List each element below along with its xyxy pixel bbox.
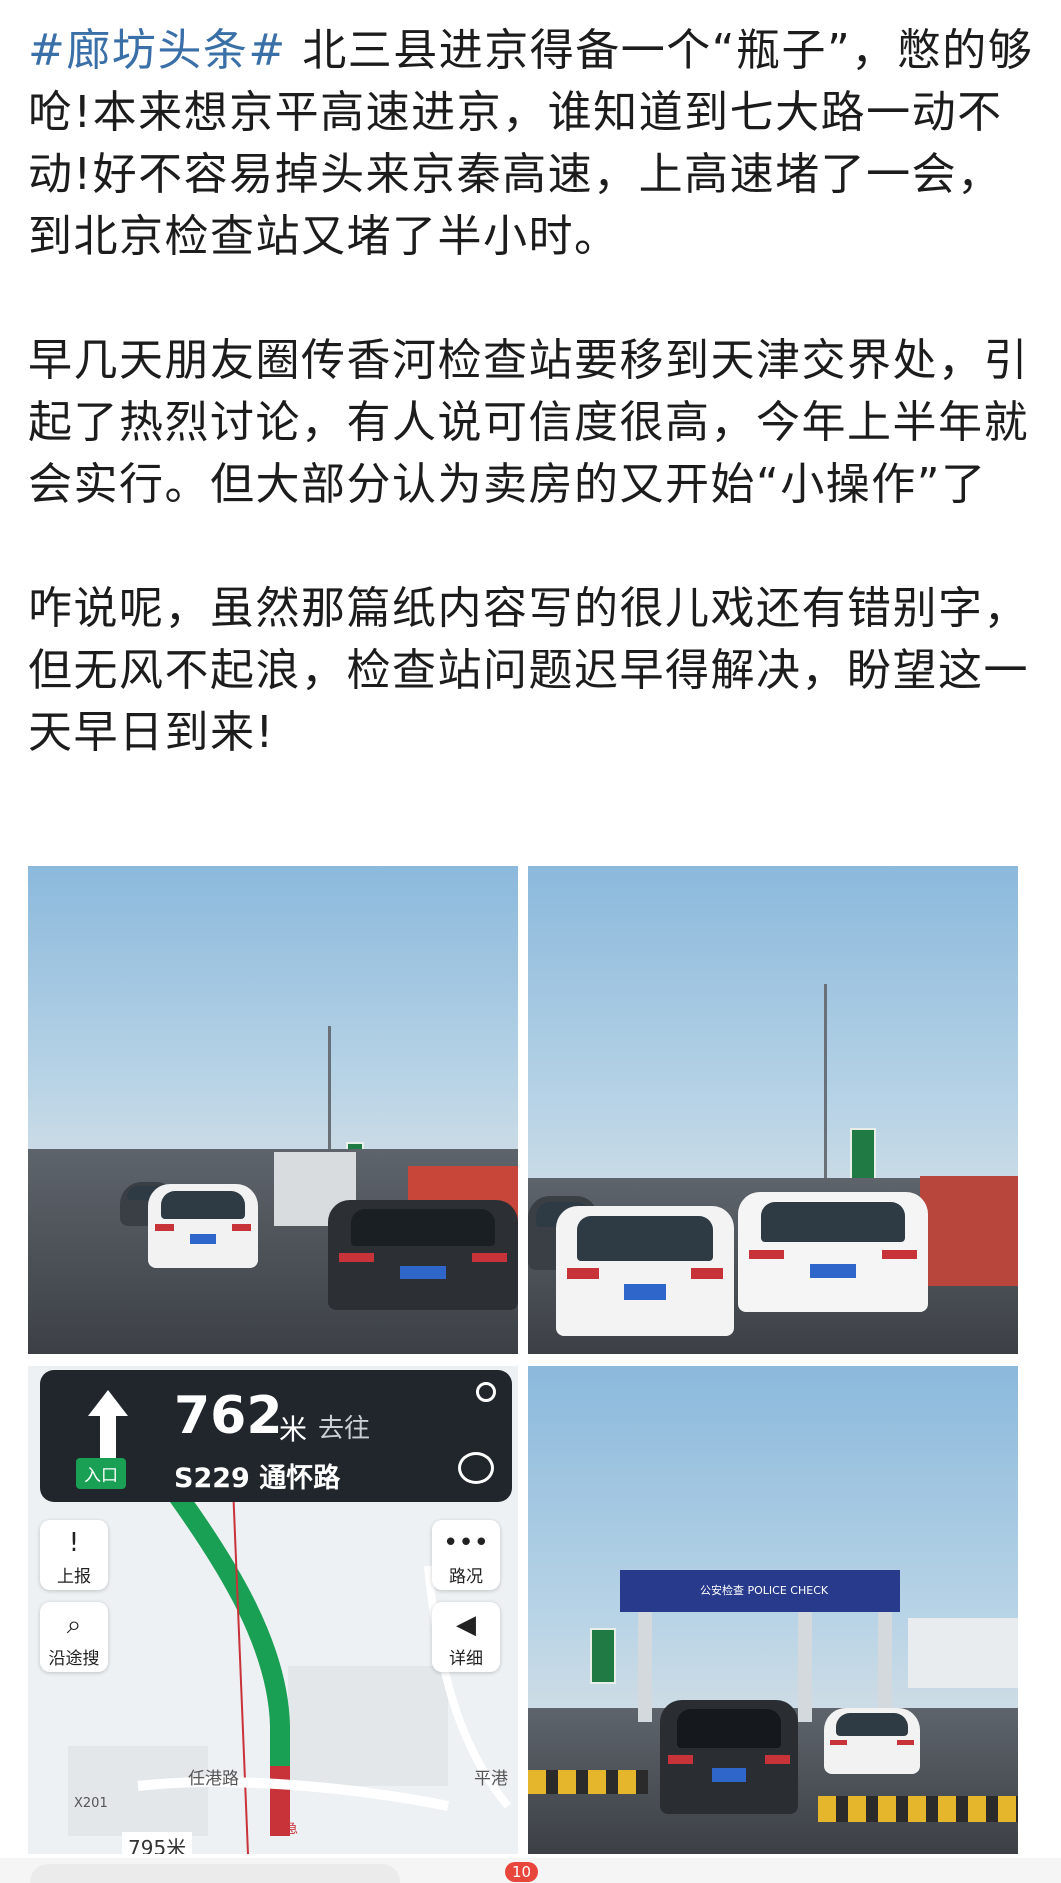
road-sign	[590, 1628, 616, 1684]
entry-badge: 入口	[76, 1458, 126, 1489]
photo-navigation[interactable]: 任港路 平港 X201 795米 应急 入口 762 米 去往 S229 通怀路…	[28, 1366, 518, 1854]
lamp-pole	[824, 984, 827, 1194]
traffic-barrier	[818, 1796, 1018, 1822]
report-button[interactable]: ! 上报	[40, 1520, 108, 1590]
search-along-button[interactable]: ⌕ 沿途搜	[40, 1602, 108, 1672]
search-icon: ⌕	[66, 1610, 82, 1640]
road-name: S229 通怀路	[174, 1463, 341, 1494]
building	[908, 1618, 1018, 1688]
traffic-button[interactable]: ••• 路况	[432, 1520, 500, 1590]
comment-count-badge: 10	[505, 1862, 539, 1882]
alert-icon: !	[68, 1528, 80, 1558]
map-road-label: 任港路	[188, 1769, 239, 1789]
post-text: #廊坊头条# 北三县进京得备一个“瓶子”，憋的够呛!本来想京平高速进京，谁知道到…	[28, 20, 1038, 764]
car	[824, 1708, 920, 1774]
details-button[interactable]: ◀ 详细	[432, 1602, 500, 1672]
car	[148, 1184, 258, 1268]
comment-input[interactable]	[30, 1864, 400, 1883]
distance-value: 762	[174, 1386, 283, 1446]
sky	[528, 866, 1018, 1208]
car	[328, 1200, 518, 1310]
post-paragraph-2: 早几天朋友圈传香河检查站要移到天津交界处，引起了热烈讨论，有人说可信度很高，今年…	[28, 335, 1029, 510]
next-distance: 795米	[122, 1832, 193, 1854]
bottom-bar: 10	[0, 1858, 1061, 1883]
checkpoint-sign: 公安检查 POLICE CHECK	[700, 1584, 829, 1597]
sky	[28, 866, 518, 1169]
emergency-label: 应急	[272, 1822, 299, 1837]
hashtag-link[interactable]: #廊坊头条#	[28, 25, 287, 76]
car	[556, 1206, 734, 1336]
straight-arrow-icon	[88, 1390, 128, 1460]
traffic-icon: •••	[442, 1528, 489, 1558]
map-place-label: 平港	[474, 1769, 508, 1789]
truck	[920, 1176, 1018, 1286]
photo-grid: 任港路 平港 X201 795米 应急 入口 762 米 去往 S229 通怀路…	[28, 866, 1018, 1854]
photo-traffic-1[interactable]	[28, 866, 518, 1354]
sound-icon[interactable]	[476, 1382, 496, 1402]
nav-instruction-card: 入口 762 米 去往 S229 通怀路	[40, 1370, 512, 1502]
car	[660, 1700, 798, 1814]
photo-traffic-2[interactable]	[528, 866, 1018, 1354]
car	[738, 1192, 928, 1312]
speaker-icon: ◀	[456, 1610, 476, 1640]
direction-label: 去往	[318, 1414, 371, 1444]
checkpoint-canopy: 公安检查 POLICE CHECK	[620, 1570, 900, 1612]
assistant-icon[interactable]	[458, 1452, 494, 1484]
photo-checkpoint[interactable]: 公安检查 POLICE CHECK	[528, 1366, 1018, 1854]
traffic-barrier	[528, 1770, 648, 1794]
post-paragraph-3: 咋说呢，虽然那篇纸内容写的很儿戏还有错别字，但无风不起浪，检查站问题迟早得解决，…	[28, 583, 1029, 758]
distance-unit: 米	[279, 1413, 308, 1446]
map-road-code: X201	[74, 1796, 108, 1811]
post-paragraph-1: #廊坊头条# 北三县进京得备一个“瓶子”，憋的够呛!本来想京平高速进京，谁知道到…	[28, 20, 1038, 268]
